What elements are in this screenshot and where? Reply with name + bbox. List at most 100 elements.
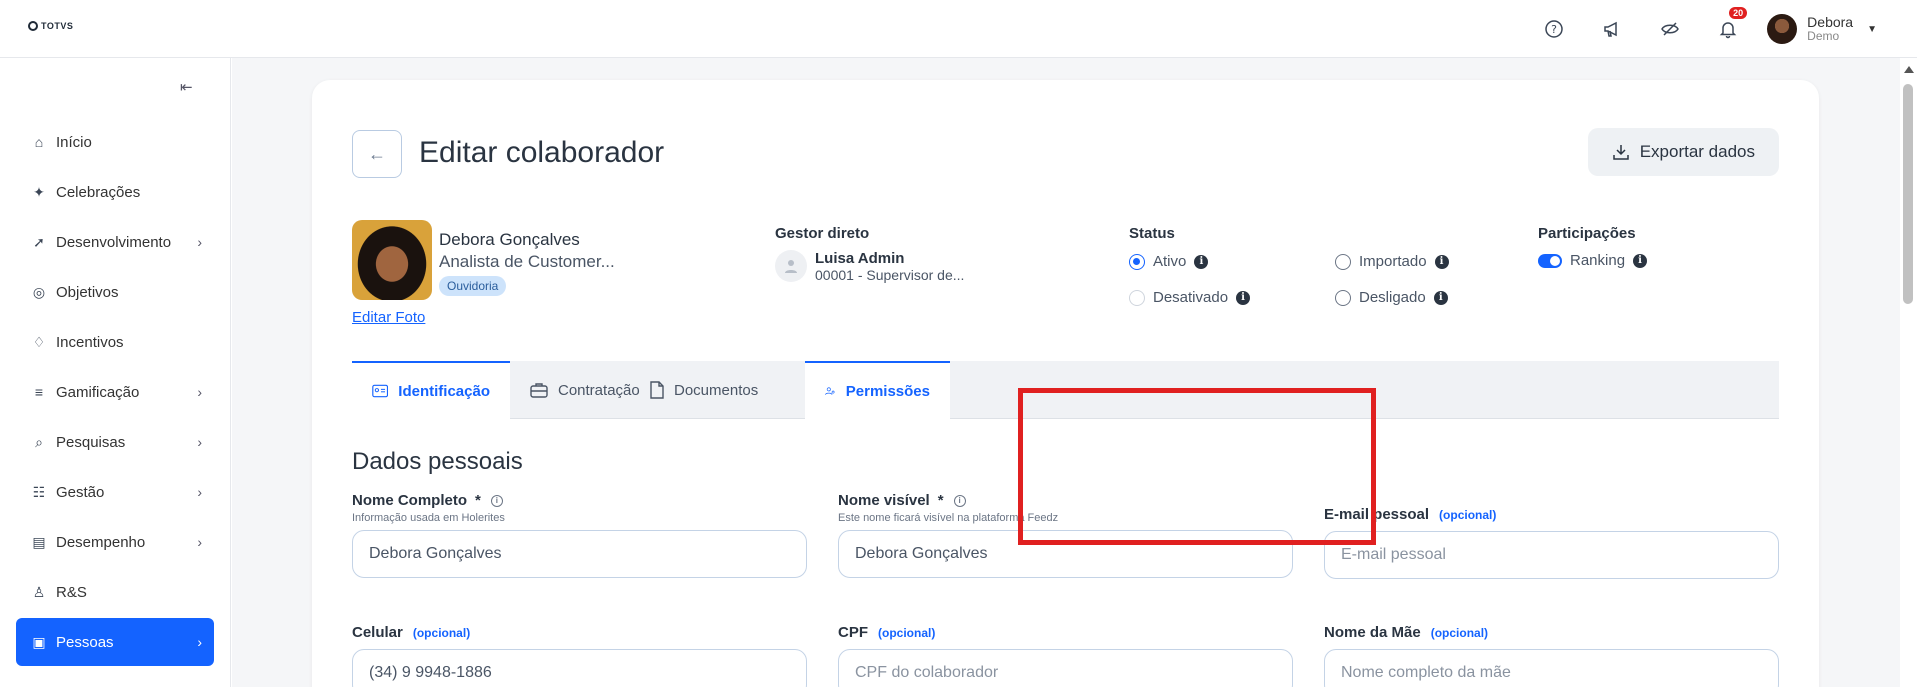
cpf-input[interactable]: CPF do colaborador bbox=[838, 649, 1293, 687]
scroll-up-icon[interactable] bbox=[1904, 66, 1914, 73]
notification-badge: 20 bbox=[1729, 7, 1748, 19]
employee-role: Analista de Customer... bbox=[439, 252, 615, 271]
required-mark: * bbox=[937, 492, 944, 509]
tab-label: Identificação bbox=[398, 382, 490, 400]
radio-selected-icon bbox=[1129, 253, 1145, 270]
edit-card: ← Editar colaborador Exportar dados Debo… bbox=[312, 80, 1819, 687]
radio-icon bbox=[1335, 289, 1351, 306]
sidebar-item-inicio[interactable]: ⌂ Início bbox=[16, 118, 214, 166]
info-icon[interactable]: i bbox=[1194, 254, 1209, 269]
sidebar-item-label: Incentivos bbox=[56, 333, 124, 351]
export-button[interactable]: Exportar dados bbox=[1587, 128, 1779, 176]
field-label: Celular bbox=[352, 624, 403, 641]
sidebar-item-gestao[interactable]: ☷ Gestão › bbox=[16, 468, 214, 516]
ranking-label: Ranking bbox=[1570, 252, 1626, 269]
sidebar-item-desenvolvimento[interactable]: ➚ Desenvolvimento › bbox=[16, 218, 214, 266]
ranking-toggle[interactable] bbox=[1538, 253, 1562, 268]
home-icon: ⌂ bbox=[34, 134, 44, 150]
page-title: Editar colaborador bbox=[419, 136, 665, 169]
info-icon[interactable]: i bbox=[1236, 290, 1251, 305]
sidebar-item-label: Celebrações bbox=[56, 183, 141, 201]
info-icon[interactable]: i bbox=[1433, 290, 1448, 305]
sidebar-item-label: Gamificação bbox=[56, 383, 140, 401]
export-label: Exportar dados bbox=[1639, 142, 1755, 161]
personal-email-input[interactable]: E-mail pessoal bbox=[1324, 531, 1779, 579]
sidebar-item-incentivos[interactable]: ♢ Incentivos bbox=[16, 318, 214, 366]
info-icon[interactable]: i bbox=[1633, 253, 1648, 268]
info-icon[interactable]: i bbox=[1434, 254, 1449, 269]
download-icon bbox=[1612, 145, 1629, 160]
megaphone-icon[interactable] bbox=[1597, 14, 1627, 44]
briefcase-icon bbox=[530, 383, 548, 398]
status-radio-desligado[interactable]: Desligado i bbox=[1335, 289, 1448, 306]
rocket-icon: ➚ bbox=[33, 233, 45, 250]
field-hint: Informação usada em Holerites bbox=[352, 512, 505, 524]
sidebar-item-gamificacao[interactable]: ≡ Gamificação › bbox=[16, 368, 214, 416]
status-radio-ativo[interactable]: Ativo i bbox=[1129, 253, 1209, 270]
manager-label: Gestor direto bbox=[775, 225, 870, 242]
radio-icon bbox=[1129, 289, 1145, 306]
user-placeholder-icon bbox=[775, 250, 807, 282]
radio-label: Importado bbox=[1359, 253, 1427, 270]
user-menu[interactable]: Debora Demo ▼ bbox=[1767, 14, 1877, 44]
badge-icon: ▣ bbox=[32, 633, 46, 650]
logo-mark-icon bbox=[28, 21, 38, 31]
employee-photo bbox=[352, 220, 432, 300]
edit-photo-link[interactable]: Editar Foto bbox=[352, 309, 425, 326]
section-title: Dados pessoais bbox=[352, 448, 523, 475]
mobile-field: Celular (opcional) (34) 9 9948-1886 bbox=[352, 624, 807, 687]
department-tag: Ouvidoria bbox=[439, 276, 507, 296]
user-search-icon: ♙ bbox=[32, 583, 46, 600]
mother-name-input[interactable]: Nome completo da mãe bbox=[1324, 649, 1779, 687]
sidebar-item-objetivos[interactable]: ◎ Objetivos bbox=[16, 268, 214, 316]
sidebar-item-desempenho[interactable]: ▤ Desempenho › bbox=[16, 518, 214, 566]
caret-down-icon: ▼ bbox=[1867, 23, 1877, 35]
sidebar-item-pesquisas[interactable]: ⌕ Pesquisas › bbox=[16, 418, 214, 466]
chevron-right-icon: › bbox=[197, 234, 202, 250]
optional-tag: (opcional) bbox=[1430, 625, 1489, 640]
tab-documentos[interactable]: Documentos bbox=[630, 361, 778, 419]
tab-label: Permissões bbox=[845, 382, 930, 400]
document-icon bbox=[650, 381, 664, 399]
sidebar-item-label: Gestão bbox=[56, 483, 105, 501]
manager-info[interactable]: Luisa Admin 00001 - Supervisor de... bbox=[775, 250, 964, 283]
required-mark: * bbox=[475, 492, 481, 509]
sidebar-item-r&s[interactable]: ♙ R&S bbox=[16, 568, 214, 616]
sidebar-item-celebracoes[interactable]: ✦ Celebrações bbox=[16, 168, 214, 216]
arrow-left-icon: ← bbox=[368, 143, 386, 164]
main-content: ← Editar colaborador Exportar dados Debo… bbox=[232, 58, 1900, 687]
scroll-thumb[interactable] bbox=[1903, 84, 1913, 304]
full-name-field: Nome Completo * i Informação usada em Hole… bbox=[352, 492, 807, 578]
svg-text:?: ? bbox=[1551, 23, 1557, 36]
optional-tag: (opcional) bbox=[412, 625, 471, 640]
sidebar-item-label: Desempenho bbox=[56, 533, 146, 551]
tab-identificacao[interactable]: Identificação bbox=[352, 361, 510, 419]
party-icon: ✦ bbox=[33, 183, 45, 200]
bell-icon[interactable]: 20 bbox=[1713, 7, 1748, 44]
ranking-toggle-row: Ranking i bbox=[1538, 252, 1648, 269]
totvs-logo[interactable]: TOTVS bbox=[28, 21, 73, 31]
avatar bbox=[1767, 14, 1798, 44]
sidebar-nav: ⌂ Início ✦ Celebrações ➚ Desenvolvimento › ◎ Obj… bbox=[16, 118, 214, 668]
status-radio-importado[interactable]: Importado i bbox=[1335, 253, 1449, 270]
tab-permissoes[interactable]: Permissões bbox=[805, 361, 950, 419]
optional-tag: (opcional) bbox=[1439, 507, 1497, 522]
clipboard-icon: ▤ bbox=[32, 533, 46, 550]
collapse-sidebar-icon[interactable]: ⇤ bbox=[180, 78, 193, 96]
personal-email-field: E-mail pessoal (opcional) E-mail pessoal bbox=[1324, 506, 1779, 579]
manager-name: Luisa Admin bbox=[815, 250, 905, 267]
info-outline-icon[interactable]: i bbox=[490, 494, 503, 507]
chevron-right-icon: › bbox=[197, 434, 202, 450]
chevron-right-icon: › bbox=[197, 534, 202, 550]
full-name-input[interactable]: Debora Gonçalves bbox=[352, 530, 807, 578]
back-button[interactable]: ← bbox=[352, 130, 402, 178]
info-outline-icon[interactable]: i bbox=[953, 494, 966, 507]
hide-eye-icon[interactable] bbox=[1655, 14, 1685, 44]
status-radio-desativado[interactable]: Desativado i bbox=[1129, 289, 1251, 306]
mobile-input[interactable]: (34) 9 9948-1886 bbox=[352, 649, 807, 687]
sidebar-item-pessoas[interactable]: ▣ Pessoas › bbox=[16, 618, 214, 666]
participations-label: Participações bbox=[1538, 225, 1636, 242]
help-icon[interactable]: ? bbox=[1539, 14, 1569, 44]
employee-name: Debora Gonçalves bbox=[439, 230, 580, 249]
scrollbar[interactable] bbox=[1900, 58, 1917, 687]
